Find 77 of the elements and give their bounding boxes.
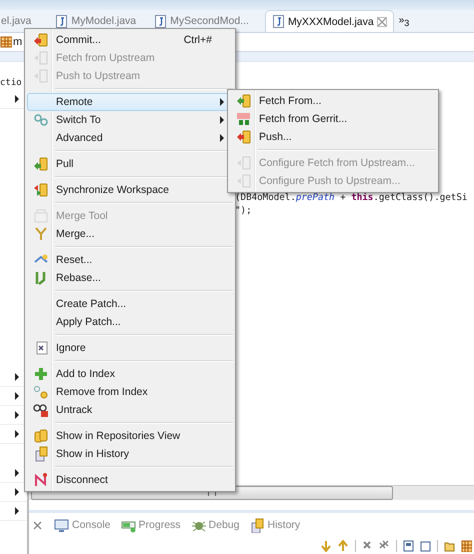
remove-icon [33,384,49,400]
expand-arrow-icon [14,507,20,515]
menu-item[interactable]: Apply Patch... [27,313,233,331]
commit-icon [33,32,49,48]
java-file-icon [55,14,68,28]
menu-item[interactable]: Commit... Ctrl+# [27,31,233,49]
close-icon [33,520,42,530]
expand-arrow-icon [14,469,20,477]
merge-tool-icon [33,208,49,224]
panel-icon [403,540,414,552]
view-tab[interactable]: Progress [120,518,181,532]
expand-arrow-icon [14,95,20,103]
branches-icon [33,112,49,128]
java-file-icon [154,14,168,28]
editor-tab[interactable]: el.java [0,10,42,32]
menu-item[interactable]: Rebase... [27,269,233,287]
expand-arrow-icon [14,392,20,400]
folder-icon [444,540,455,552]
menu-item[interactable]: Show in History [27,445,233,463]
pull-icon [33,156,49,172]
gerrit-icon [236,111,252,127]
history-icon [33,446,49,462]
menu-item[interactable]: Switch To [27,111,233,129]
menu-item[interactable]: Ignore [27,339,233,357]
close-icon [376,16,387,26]
menu-item[interactable]: Fetch from Gerrit... [230,110,436,128]
editor-tab[interactable]: MyXXXModel.java [264,10,394,32]
menu-item[interactable]: Fetch From... [230,92,436,110]
more-tabs-button[interactable]: »$_{3}$ [398,14,410,28]
menu-item[interactable]: Show in Repositories View [27,427,233,445]
push-icon [236,129,252,145]
menu-item[interactable]: Disconnect [27,471,233,489]
menu-item[interactable]: Merge... [27,225,233,243]
submenu-arrow-icon [219,116,224,124]
grid-icon [461,540,472,552]
grid-icon [0,35,12,49]
fetch-icon [236,155,252,171]
java-file-icon [272,14,285,29]
menu-item[interactable]: Push... [230,128,436,146]
down-arrow-icon [321,540,332,552]
history-icon [250,518,264,532]
repositories-icon [33,428,49,444]
submenu-arrow-icon [219,134,224,142]
expand-arrow-icon [14,430,20,438]
menu-item[interactable]: Remove from Index [27,383,233,401]
code-line: "); [235,204,253,217]
editor-tab[interactable]: MyModel.java [47,10,146,32]
editor-tab[interactable]: MySecondMod... [146,10,259,32]
expand-arrow-icon [14,373,20,381]
menu-item[interactable]: Reset... [27,251,233,269]
expand-arrow-icon [14,488,20,496]
breadcrumb-item[interactable]: m [0,35,22,49]
merge-icon [33,226,49,242]
fetch-icon [33,68,49,84]
menu-item[interactable]: Untrack [27,401,233,419]
menu-item[interactable]: Synchronize Workspace [27,181,233,199]
window-icon [420,540,431,552]
fetch-icon [33,50,49,66]
plus-icon [33,366,49,382]
menu-item[interactable]: Advanced [27,129,233,147]
view-tab[interactable]: Debug [190,518,240,532]
expand-arrow-icon [14,411,20,419]
synchronize-icon [33,182,49,198]
view-tab[interactable]: Console [54,518,111,532]
code-line: (DB4oModel.prePath + this.getClass().getSi [235,191,468,204]
menu-item[interactable]: Create Patch... [27,295,233,313]
untrack-icon [33,402,49,418]
submenu-arrow-icon [219,98,224,106]
monitor-icon [54,518,69,532]
disconnect-icon [33,472,49,488]
fetch-icon [236,93,252,109]
menu-item[interactable]: Pull [27,155,233,173]
outline-text: ctio [0,78,23,88]
up-arrow-icon [338,540,349,552]
menu-item[interactable]: Add to Index [27,365,233,383]
view-tab[interactable]: History [250,518,300,532]
fetch-icon [236,173,252,189]
